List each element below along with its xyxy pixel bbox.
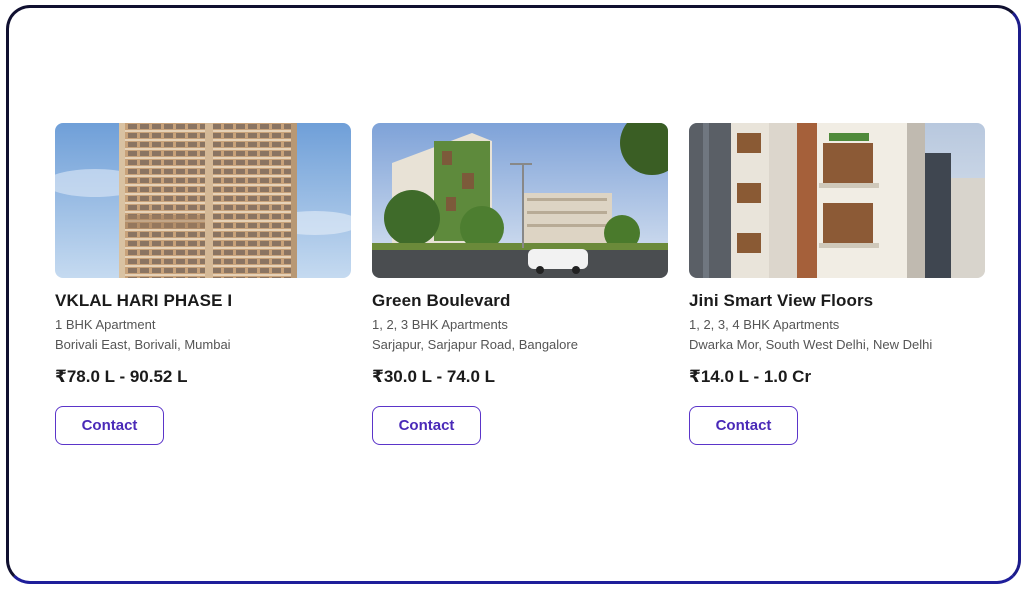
contact-button[interactable]: Contact bbox=[55, 406, 164, 445]
green-apartment-complex-photo-icon bbox=[372, 123, 668, 278]
property-type: 1 BHK Apartment bbox=[55, 317, 156, 332]
property-card-green-boulevard[interactable]: Green Boulevard 1, 2, 3 BHK Apartments S… bbox=[372, 123, 668, 445]
property-card-jini-smart-view[interactable]: Jini Smart View Floors 1, 2, 3, 4 BHK Ap… bbox=[689, 123, 985, 445]
building-tower-photo-icon bbox=[55, 123, 351, 278]
property-image[interactable] bbox=[55, 123, 351, 278]
contact-button[interactable]: Contact bbox=[689, 406, 798, 445]
property-price: ₹14.0 L - 1.0 Cr bbox=[689, 367, 812, 386]
property-image[interactable] bbox=[689, 123, 985, 278]
property-price: ₹78.0 L - 90.52 L bbox=[55, 367, 188, 386]
property-title[interactable]: Green Boulevard bbox=[372, 291, 668, 311]
property-title[interactable]: VKLAL HARI PHASE I bbox=[55, 291, 351, 311]
property-location: Dwarka Mor, South West Delhi, New Delhi bbox=[689, 337, 933, 352]
property-location: Borivali East, Borivali, Mumbai bbox=[55, 337, 231, 352]
property-type: 1, 2, 3 BHK Apartments bbox=[372, 317, 508, 332]
property-card-vklal-hari[interactable]: VKLAL HARI PHASE I 1 BHK Apartment Boriv… bbox=[55, 123, 351, 445]
property-image[interactable] bbox=[372, 123, 668, 278]
contact-button[interactable]: Contact bbox=[372, 406, 481, 445]
property-title[interactable]: Jini Smart View Floors bbox=[689, 291, 985, 311]
builder-floor-photo-icon bbox=[689, 123, 985, 278]
property-price: ₹30.0 L - 74.0 L bbox=[372, 367, 496, 386]
property-list: VKLAL HARI PHASE I 1 BHK Apartment Boriv… bbox=[55, 123, 985, 445]
property-type: 1, 2, 3, 4 BHK Apartments bbox=[689, 317, 840, 332]
property-location: Sarjapur, Sarjapur Road, Bangalore bbox=[372, 337, 578, 352]
